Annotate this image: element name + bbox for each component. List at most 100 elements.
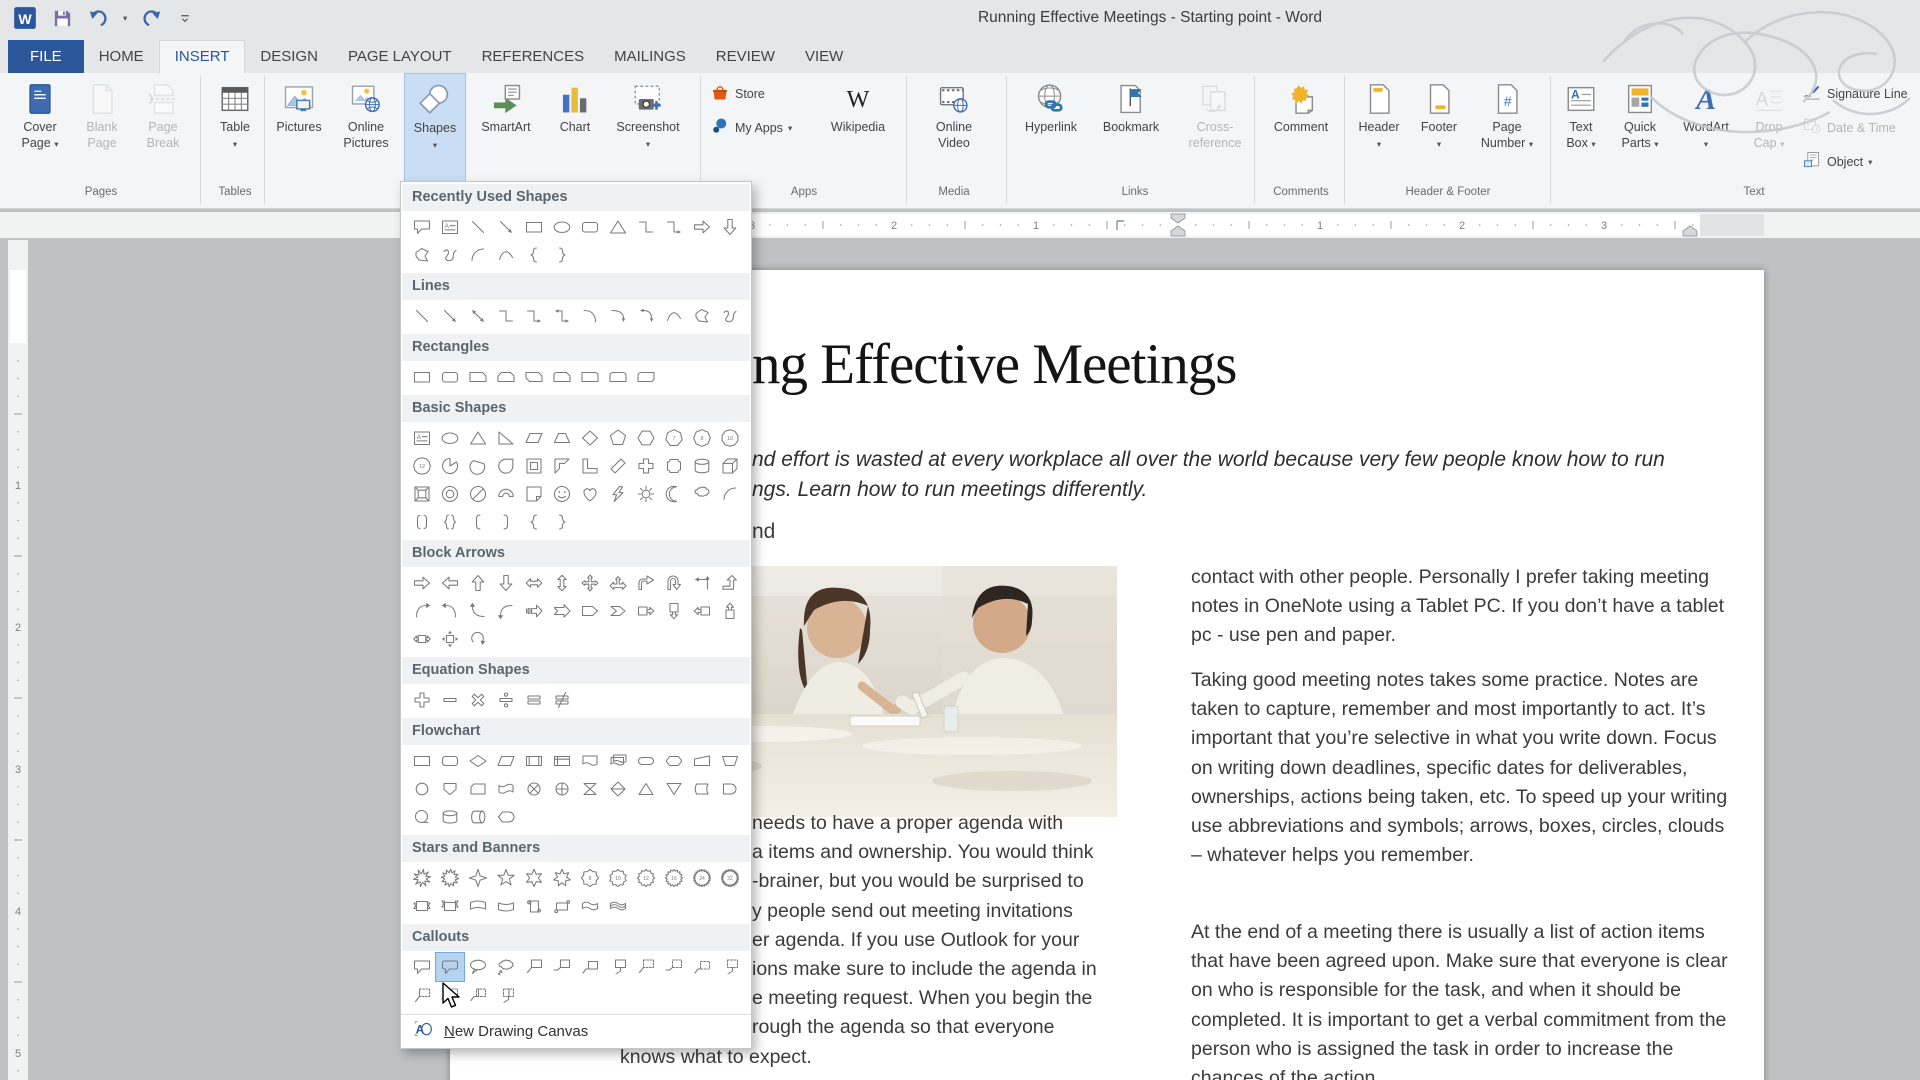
shape-elbow-arrow-icon[interactable] — [660, 213, 688, 241]
shape-fc-delay-icon[interactable] — [716, 775, 744, 803]
shape-eq-plus-icon[interactable] — [408, 686, 436, 714]
tab-view[interactable]: VIEW — [790, 40, 858, 73]
tab-home[interactable]: HOME — [84, 40, 159, 73]
shape-lc4-icon[interactable] — [604, 953, 632, 981]
shape-cloud-icon[interactable] — [688, 480, 716, 508]
shape-fc-decision-icon[interactable] — [464, 747, 492, 775]
shape-trapezoid-icon[interactable] — [548, 424, 576, 452]
shape-snip2diag-icon[interactable] — [520, 363, 548, 391]
shape-block-arc-icon[interactable] — [492, 480, 520, 508]
shape-arrow-uturn-icon[interactable] — [660, 569, 688, 597]
shape-elbow-double-icon[interactable] — [548, 302, 576, 330]
shape-bracket-right-icon[interactable] — [492, 508, 520, 536]
ribbon-button-online-pictures[interactable]: OnlinePictures — [328, 73, 404, 183]
ribbon-button-quick-parts[interactable]: QuickParts ▾ — [1608, 73, 1672, 183]
shape-eq-equal-icon[interactable] — [520, 686, 548, 714]
shape-lc3b-icon[interactable] — [464, 981, 492, 1009]
tab-review[interactable]: REVIEW — [701, 40, 790, 73]
shape-arrow-right-icon[interactable] — [408, 569, 436, 597]
shape-ribbon-up-icon[interactable] — [408, 892, 436, 920]
shape-arrow-ud-icon[interactable] — [548, 569, 576, 597]
ribbon-button-cover-page[interactable]: CoverPage ▾ — [8, 73, 72, 183]
shape-callout-cloud-icon[interactable] — [492, 953, 520, 981]
shape-scroll-v-icon[interactable] — [520, 892, 548, 920]
shape-ribbon-cu-icon[interactable] — [464, 892, 492, 920]
shape-lc4b-icon[interactable] — [492, 981, 520, 1009]
shape-round2diag-icon[interactable] — [632, 363, 660, 391]
shape-curved-d-icon[interactable] — [492, 597, 520, 625]
shape-fc-predef-icon[interactable] — [520, 747, 548, 775]
ribbon-button-object[interactable]: Object ▾ — [1798, 151, 1920, 173]
shape-fc-data-icon[interactable] — [492, 747, 520, 775]
shape-burst2-icon[interactable] — [436, 864, 464, 892]
ribbon-button-comment[interactable]: Comment — [1260, 73, 1342, 183]
shape-line-icon[interactable] — [464, 213, 492, 241]
shape-curved-r-icon[interactable] — [408, 597, 436, 625]
ribbon-button-page-break[interactable]: PageBreak — [132, 73, 194, 183]
shape-curved-l-icon[interactable] — [436, 597, 464, 625]
shape-co-quad-icon[interactable] — [436, 625, 464, 653]
shape-fc-extract-icon[interactable] — [632, 775, 660, 803]
shape-co-left-icon[interactable] — [688, 597, 716, 625]
shape-brace-right-icon[interactable] — [548, 241, 576, 269]
shape-fc-alt-icon[interactable] — [436, 747, 464, 775]
shape-fc-card-icon[interactable] — [464, 775, 492, 803]
shape-freeform-icon[interactable] — [408, 241, 436, 269]
shape-round-rect-icon[interactable] — [576, 213, 604, 241]
shape-star6-icon[interactable] — [520, 864, 548, 892]
shape-snip1-icon[interactable] — [464, 363, 492, 391]
horizontal-ruler[interactable]: 54321123 — [0, 212, 1920, 238]
shape-fc-manop-icon[interactable] — [716, 747, 744, 775]
shape-ngon10-icon[interactable]: 10 — [716, 424, 744, 452]
shape-fc-sum-icon[interactable] — [520, 775, 548, 803]
shape-chord-icon[interactable] — [464, 452, 492, 480]
shape-fc-term-icon[interactable] — [632, 747, 660, 775]
shape-diamond-icon[interactable] — [576, 424, 604, 452]
shape-ngon8-icon[interactable]: 8 — [688, 424, 716, 452]
shape-arc-icon[interactable] — [464, 241, 492, 269]
ribbon-button-header[interactable]: Header▾ — [1348, 73, 1410, 183]
ribbon-button-pictures[interactable]: Pictures — [270, 73, 328, 183]
shape-donut-icon[interactable] — [436, 480, 464, 508]
shape-plaque-icon[interactable] — [660, 452, 688, 480]
ribbon-button-drop-cap[interactable]: ADropCap ▾ — [1740, 73, 1798, 183]
shape-eq-mult-icon[interactable] — [464, 686, 492, 714]
shape-round1-icon[interactable] — [576, 363, 604, 391]
shape-arrow-lup-icon[interactable] — [688, 569, 716, 597]
shape-fc-das-icon[interactable] — [464, 803, 492, 831]
ribbon-button-shapes[interactable]: Shapes▾ — [404, 73, 466, 183]
shape-arrow-left-icon[interactable] — [436, 569, 464, 597]
shape-elbow-icon[interactable] — [492, 302, 520, 330]
ribbon-button-smartart[interactable]: SmartArt — [466, 73, 546, 183]
ribbon-button-blank-page[interactable]: BlankPage — [72, 73, 132, 183]
shape-bracket-pair-icon[interactable] — [408, 508, 436, 536]
shape-fc-offpage-icon[interactable] — [436, 775, 464, 803]
undo-caret-icon[interactable]: ▾ — [123, 13, 127, 24]
shape-half-frame-icon[interactable] — [548, 452, 576, 480]
tab-file[interactable]: FILE — [8, 40, 84, 73]
shape-fc-manin-icon[interactable] — [688, 747, 716, 775]
shape-fc-seq-icon[interactable] — [408, 803, 436, 831]
shape-fc-conn-icon[interactable] — [408, 775, 436, 803]
shape-textbox-icon[interactable]: A — [436, 213, 464, 241]
ribbon-button-hyperlink[interactable]: Hyperlink — [1012, 73, 1090, 183]
qat-more-icon[interactable] — [176, 9, 194, 27]
shape-chevron-icon[interactable] — [604, 597, 632, 625]
vertical-ruler[interactable]: 12345 — [8, 240, 28, 1080]
shape-hexagon-icon[interactable] — [632, 424, 660, 452]
shape-heart-icon[interactable] — [576, 480, 604, 508]
shape-wave-icon[interactable] — [576, 892, 604, 920]
tab-design[interactable]: DESIGN — [245, 40, 333, 73]
shape-lightning-icon[interactable] — [604, 480, 632, 508]
ribbon-button-page-number[interactable]: #PageNumber ▾ — [1468, 73, 1546, 183]
shape-fc-stored-icon[interactable] — [688, 775, 716, 803]
shape-folded-corner-icon[interactable] — [520, 480, 548, 508]
new-drawing-canvas-item[interactable]: ANew Drawing Canvas — [401, 1014, 751, 1048]
shape-seal24-icon[interactable]: 24 — [688, 864, 716, 892]
shape-snipround-icon[interactable] — [548, 363, 576, 391]
shape-lc1d-icon[interactable] — [632, 953, 660, 981]
shape-brace-left-icon[interactable] — [520, 508, 548, 536]
redo-icon[interactable] — [140, 7, 163, 30]
shape-arrow-lr-icon[interactable] — [520, 569, 548, 597]
shape-co-up-icon[interactable] — [716, 597, 744, 625]
